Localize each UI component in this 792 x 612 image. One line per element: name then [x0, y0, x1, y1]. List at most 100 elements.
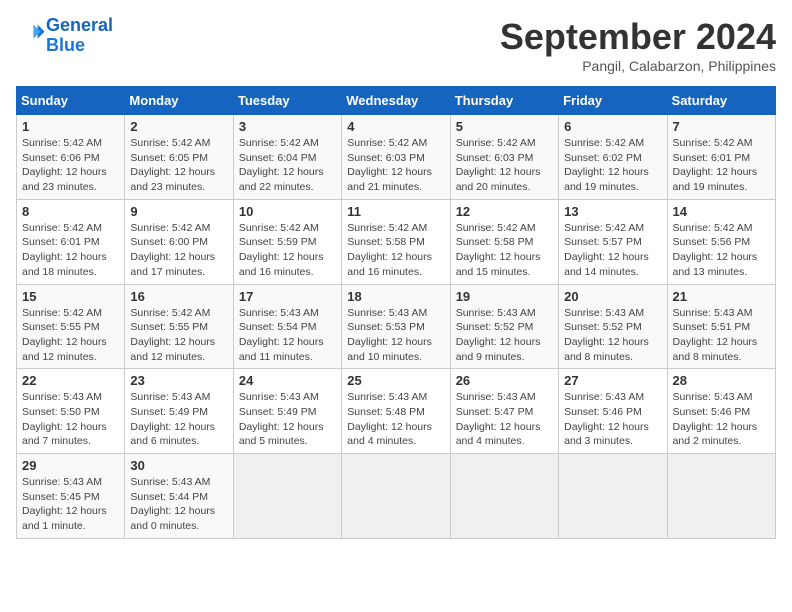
- day-number: 29: [22, 458, 119, 473]
- day-number: 28: [673, 373, 770, 388]
- calendar-cell: 16 Sunrise: 5:42 AM Sunset: 5:55 PM Dayl…: [125, 284, 233, 369]
- calendar-cell: 9 Sunrise: 5:42 AM Sunset: 6:00 PM Dayli…: [125, 199, 233, 284]
- calendar-cell: 5 Sunrise: 5:42 AM Sunset: 6:03 PM Dayli…: [450, 115, 558, 200]
- day-info: Sunrise: 5:43 AM Sunset: 5:54 PM Dayligh…: [239, 306, 336, 365]
- calendar-cell: 13 Sunrise: 5:42 AM Sunset: 5:57 PM Dayl…: [559, 199, 667, 284]
- day-number: 26: [456, 373, 553, 388]
- calendar-cell: [450, 454, 558, 539]
- calendar-cell: 28 Sunrise: 5:43 AM Sunset: 5:46 PM Dayl…: [667, 369, 775, 454]
- day-info: Sunrise: 5:43 AM Sunset: 5:44 PM Dayligh…: [130, 475, 227, 534]
- calendar-cell: 22 Sunrise: 5:43 AM Sunset: 5:50 PM Dayl…: [17, 369, 125, 454]
- calendar-header-row: SundayMondayTuesdayWednesdayThursdayFrid…: [17, 87, 776, 115]
- day-number: 7: [673, 119, 770, 134]
- title-block: September 2024 Pangil, Calabarzon, Phili…: [500, 16, 776, 74]
- calendar-cell: [667, 454, 775, 539]
- day-info: Sunrise: 5:43 AM Sunset: 5:47 PM Dayligh…: [456, 390, 553, 449]
- calendar-cell: 26 Sunrise: 5:43 AM Sunset: 5:47 PM Dayl…: [450, 369, 558, 454]
- day-info: Sunrise: 5:42 AM Sunset: 6:03 PM Dayligh…: [347, 136, 444, 195]
- day-info: Sunrise: 5:42 AM Sunset: 6:04 PM Dayligh…: [239, 136, 336, 195]
- calendar-cell: 2 Sunrise: 5:42 AM Sunset: 6:05 PM Dayli…: [125, 115, 233, 200]
- day-number: 24: [239, 373, 336, 388]
- day-number: 16: [130, 289, 227, 304]
- day-number: 3: [239, 119, 336, 134]
- calendar-cell: 7 Sunrise: 5:42 AM Sunset: 6:01 PM Dayli…: [667, 115, 775, 200]
- day-number: 9: [130, 204, 227, 219]
- col-header-sunday: Sunday: [17, 87, 125, 115]
- day-number: 14: [673, 204, 770, 219]
- day-info: Sunrise: 5:42 AM Sunset: 5:58 PM Dayligh…: [347, 221, 444, 280]
- day-number: 17: [239, 289, 336, 304]
- day-info: Sunrise: 5:43 AM Sunset: 5:46 PM Dayligh…: [673, 390, 770, 449]
- calendar-cell: 1 Sunrise: 5:42 AM Sunset: 6:06 PM Dayli…: [17, 115, 125, 200]
- location: Pangil, Calabarzon, Philippines: [500, 58, 776, 74]
- day-info: Sunrise: 5:43 AM Sunset: 5:49 PM Dayligh…: [239, 390, 336, 449]
- col-header-saturday: Saturday: [667, 87, 775, 115]
- col-header-wednesday: Wednesday: [342, 87, 450, 115]
- calendar-cell: 17 Sunrise: 5:43 AM Sunset: 5:54 PM Dayl…: [233, 284, 341, 369]
- calendar-cell: 29 Sunrise: 5:43 AM Sunset: 5:45 PM Dayl…: [17, 454, 125, 539]
- day-info: Sunrise: 5:42 AM Sunset: 5:58 PM Dayligh…: [456, 221, 553, 280]
- day-number: 12: [456, 204, 553, 219]
- week-row-1: 1 Sunrise: 5:42 AM Sunset: 6:06 PM Dayli…: [17, 115, 776, 200]
- week-row-4: 22 Sunrise: 5:43 AM Sunset: 5:50 PM Dayl…: [17, 369, 776, 454]
- day-number: 10: [239, 204, 336, 219]
- month-title: September 2024: [500, 16, 776, 58]
- calendar-cell: 21 Sunrise: 5:43 AM Sunset: 5:51 PM Dayl…: [667, 284, 775, 369]
- calendar-cell: 24 Sunrise: 5:43 AM Sunset: 5:49 PM Dayl…: [233, 369, 341, 454]
- day-info: Sunrise: 5:42 AM Sunset: 5:55 PM Dayligh…: [130, 306, 227, 365]
- calendar-cell: 19 Sunrise: 5:43 AM Sunset: 5:52 PM Dayl…: [450, 284, 558, 369]
- col-header-tuesday: Tuesday: [233, 87, 341, 115]
- calendar-cell: 14 Sunrise: 5:42 AM Sunset: 5:56 PM Dayl…: [667, 199, 775, 284]
- calendar-cell: 12 Sunrise: 5:42 AM Sunset: 5:58 PM Dayl…: [450, 199, 558, 284]
- day-number: 23: [130, 373, 227, 388]
- day-info: Sunrise: 5:42 AM Sunset: 6:01 PM Dayligh…: [22, 221, 119, 280]
- calendar-cell: 18 Sunrise: 5:43 AM Sunset: 5:53 PM Dayl…: [342, 284, 450, 369]
- calendar-cell: [233, 454, 341, 539]
- col-header-friday: Friday: [559, 87, 667, 115]
- day-number: 13: [564, 204, 661, 219]
- day-number: 15: [22, 289, 119, 304]
- calendar-cell: 10 Sunrise: 5:42 AM Sunset: 5:59 PM Dayl…: [233, 199, 341, 284]
- day-info: Sunrise: 5:43 AM Sunset: 5:46 PM Dayligh…: [564, 390, 661, 449]
- calendar-cell: [342, 454, 450, 539]
- day-number: 2: [130, 119, 227, 134]
- day-info: Sunrise: 5:42 AM Sunset: 5:55 PM Dayligh…: [22, 306, 119, 365]
- day-info: Sunrise: 5:42 AM Sunset: 6:00 PM Dayligh…: [130, 221, 227, 280]
- day-number: 18: [347, 289, 444, 304]
- week-row-3: 15 Sunrise: 5:42 AM Sunset: 5:55 PM Dayl…: [17, 284, 776, 369]
- day-number: 11: [347, 204, 444, 219]
- logo-text: GeneralBlue: [46, 16, 113, 56]
- day-number: 30: [130, 458, 227, 473]
- day-number: 22: [22, 373, 119, 388]
- week-row-5: 29 Sunrise: 5:43 AM Sunset: 5:45 PM Dayl…: [17, 454, 776, 539]
- calendar-cell: 15 Sunrise: 5:42 AM Sunset: 5:55 PM Dayl…: [17, 284, 125, 369]
- day-number: 6: [564, 119, 661, 134]
- week-row-2: 8 Sunrise: 5:42 AM Sunset: 6:01 PM Dayli…: [17, 199, 776, 284]
- calendar-cell: 30 Sunrise: 5:43 AM Sunset: 5:44 PM Dayl…: [125, 454, 233, 539]
- col-header-monday: Monday: [125, 87, 233, 115]
- day-number: 1: [22, 119, 119, 134]
- page-header: GeneralBlue September 2024 Pangil, Calab…: [16, 16, 776, 74]
- day-info: Sunrise: 5:42 AM Sunset: 6:01 PM Dayligh…: [673, 136, 770, 195]
- calendar-cell: 27 Sunrise: 5:43 AM Sunset: 5:46 PM Dayl…: [559, 369, 667, 454]
- day-info: Sunrise: 5:43 AM Sunset: 5:52 PM Dayligh…: [456, 306, 553, 365]
- calendar-cell: 8 Sunrise: 5:42 AM Sunset: 6:01 PM Dayli…: [17, 199, 125, 284]
- day-info: Sunrise: 5:42 AM Sunset: 6:05 PM Dayligh…: [130, 136, 227, 195]
- day-info: Sunrise: 5:42 AM Sunset: 6:03 PM Dayligh…: [456, 136, 553, 195]
- day-info: Sunrise: 5:43 AM Sunset: 5:51 PM Dayligh…: [673, 306, 770, 365]
- calendar-cell: 6 Sunrise: 5:42 AM Sunset: 6:02 PM Dayli…: [559, 115, 667, 200]
- day-info: Sunrise: 5:43 AM Sunset: 5:50 PM Dayligh…: [22, 390, 119, 449]
- day-info: Sunrise: 5:42 AM Sunset: 6:06 PM Dayligh…: [22, 136, 119, 195]
- day-number: 21: [673, 289, 770, 304]
- day-info: Sunrise: 5:43 AM Sunset: 5:45 PM Dayligh…: [22, 475, 119, 534]
- day-info: Sunrise: 5:42 AM Sunset: 6:02 PM Dayligh…: [564, 136, 661, 195]
- logo-icon: [18, 19, 46, 47]
- day-number: 8: [22, 204, 119, 219]
- day-info: Sunrise: 5:43 AM Sunset: 5:49 PM Dayligh…: [130, 390, 227, 449]
- calendar-table: SundayMondayTuesdayWednesdayThursdayFrid…: [16, 86, 776, 539]
- day-info: Sunrise: 5:42 AM Sunset: 5:59 PM Dayligh…: [239, 221, 336, 280]
- calendar-cell: 11 Sunrise: 5:42 AM Sunset: 5:58 PM Dayl…: [342, 199, 450, 284]
- calendar-cell: 25 Sunrise: 5:43 AM Sunset: 5:48 PM Dayl…: [342, 369, 450, 454]
- day-info: Sunrise: 5:43 AM Sunset: 5:52 PM Dayligh…: [564, 306, 661, 365]
- calendar-cell: 4 Sunrise: 5:42 AM Sunset: 6:03 PM Dayli…: [342, 115, 450, 200]
